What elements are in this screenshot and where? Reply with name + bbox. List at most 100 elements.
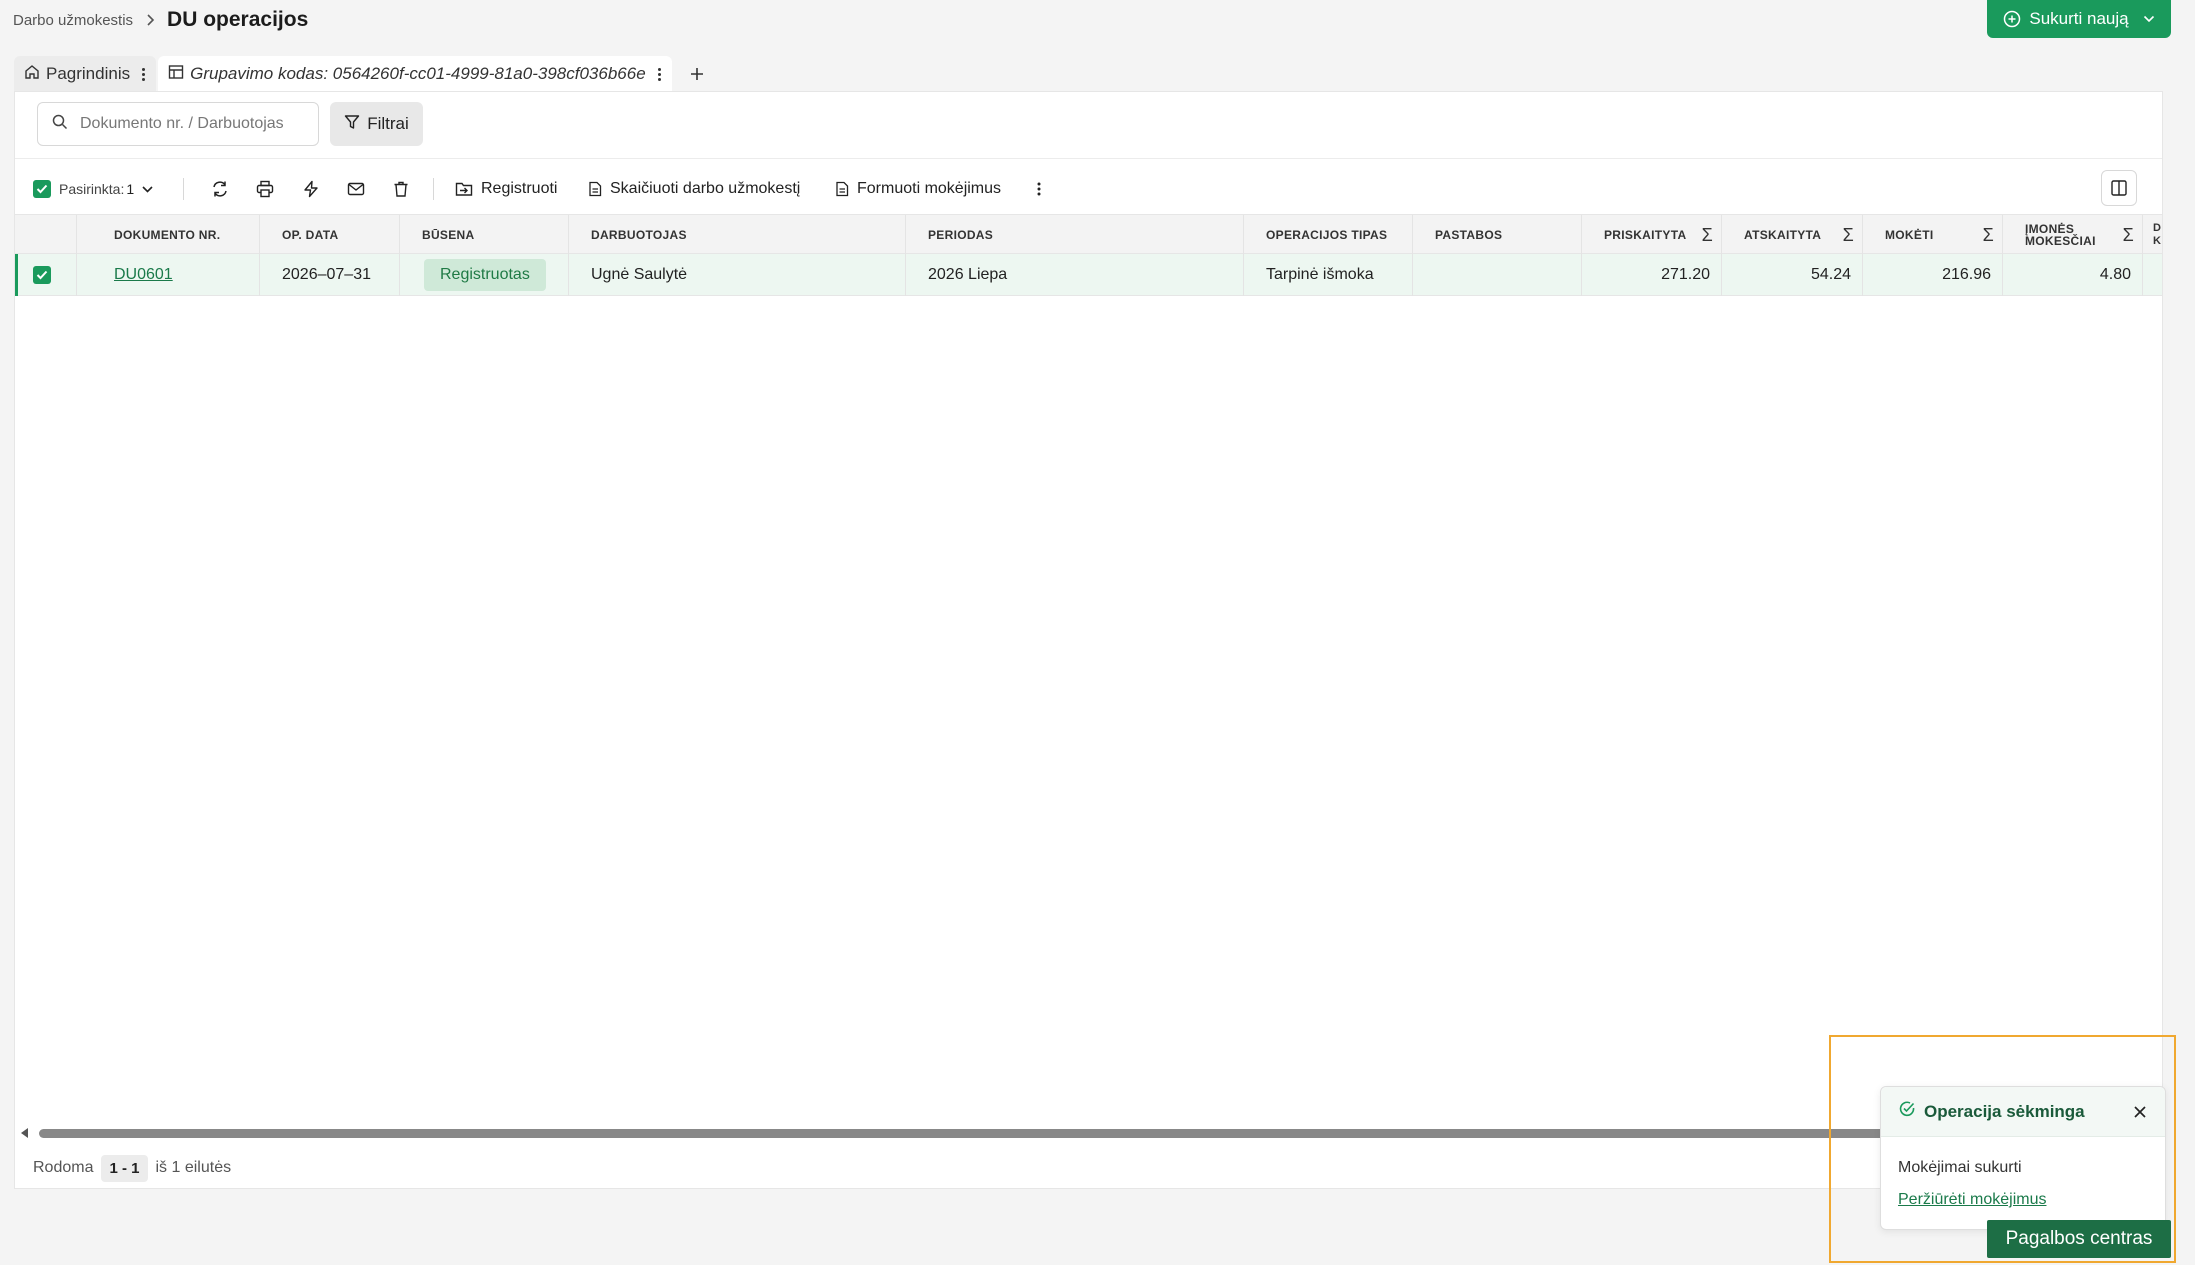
divider bbox=[15, 158, 2162, 159]
cell-company-tax: 4.80 bbox=[2003, 254, 2143, 296]
cell-op-date: 2026–07–31 bbox=[260, 254, 400, 296]
page-title: DU operacijos bbox=[167, 8, 309, 31]
cell-pay: 216.96 bbox=[1863, 254, 2003, 296]
cell-accrued: 271.20 bbox=[1582, 254, 1722, 296]
toast-header: Operacija sėkminga bbox=[1881, 1087, 2165, 1137]
refresh-button[interactable] bbox=[211, 166, 229, 212]
email-button[interactable] bbox=[347, 166, 365, 212]
help-center-button[interactable]: Pagalbos centras bbox=[1987, 1220, 2171, 1258]
select-all-checkbox[interactable] bbox=[33, 180, 51, 198]
sum-icon[interactable]: Σ bbox=[2123, 226, 2134, 244]
column-header-label: ĮMONĖS MOKESČIAI bbox=[2025, 222, 2096, 248]
print-button[interactable] bbox=[256, 166, 274, 212]
lightning-icon bbox=[304, 180, 318, 198]
selection-count: 1 bbox=[126, 181, 135, 197]
toast-message: Mokėjimai sukurti bbox=[1898, 1159, 2022, 1176]
scroll-left-arrow[interactable] bbox=[21, 1128, 28, 1138]
delete-button[interactable] bbox=[392, 166, 410, 212]
document-link[interactable]: DU0601 bbox=[114, 266, 173, 284]
column-header-label: PRISKAITYTA bbox=[1604, 228, 1687, 242]
column-header[interactable]: BŪSENA bbox=[400, 215, 569, 255]
cell-status: Registruotas bbox=[400, 254, 569, 296]
tab-grouping[interactable]: Grupavimo kodas: 0564260f-cc01-4999-81a0… bbox=[158, 56, 672, 92]
create-payments-button[interactable]: Formuoti mokėjimus bbox=[835, 166, 1001, 212]
column-header-accrued[interactable]: PRISKAITYTA Σ bbox=[1582, 215, 1722, 255]
plus-icon bbox=[690, 68, 703, 80]
search-input[interactable] bbox=[80, 115, 300, 133]
chevron-right-icon bbox=[145, 13, 155, 27]
column-header[interactable]: PASTABOS bbox=[1413, 215, 1582, 255]
filter-icon bbox=[344, 114, 360, 135]
calculate-salary-label: Skaičiuoti darbo užmokestį bbox=[610, 180, 801, 197]
tab-grouping-label: Grupavimo kodas: 0564260f-cc01-4999-81a0… bbox=[190, 64, 646, 83]
search-icon bbox=[52, 114, 68, 135]
trash-icon bbox=[394, 181, 408, 197]
print-icon bbox=[256, 180, 274, 198]
check-circle-icon bbox=[1898, 1100, 1916, 1123]
add-tab-button[interactable] bbox=[674, 56, 720, 92]
selection-label: Pasirinkta: bbox=[59, 181, 125, 197]
table-icon bbox=[168, 64, 184, 85]
column-header[interactable]: OP. DATA bbox=[260, 215, 400, 255]
columns-icon bbox=[2111, 180, 2127, 196]
column-settings-button[interactable] bbox=[2101, 170, 2137, 206]
row-checkbox[interactable] bbox=[33, 266, 51, 284]
column-header-pay[interactable]: MOKĖTI Σ bbox=[1863, 215, 2003, 255]
chevron-down-icon bbox=[2143, 15, 2155, 23]
cell-employee: Ugnė Saulytė bbox=[569, 254, 906, 296]
toolbar-divider bbox=[433, 178, 434, 200]
row-checkbox-cell bbox=[15, 254, 77, 296]
total-rows-label: iš 1 eilutės bbox=[155, 1159, 232, 1176]
row-range: 1 - 1 bbox=[101, 1154, 148, 1182]
column-header-deducted[interactable]: ATSKAITYTA Σ bbox=[1722, 215, 1863, 255]
toast-title: Operacija sėkminga bbox=[1924, 1101, 2085, 1121]
column-header[interactable]: DOKUMENTO NR. bbox=[77, 215, 260, 255]
page-header: Darbo užmokestis DU operacijos Sukurti n… bbox=[0, 0, 2195, 50]
horizontal-scrollbar[interactable] bbox=[39, 1129, 1899, 1138]
register-button[interactable]: Registruoti bbox=[455, 166, 557, 212]
view-payments-link[interactable]: Peržiūrėti mokėjimus bbox=[1898, 1191, 2046, 1209]
table-header: DOKUMENTO NR. OP. DATA BŪSENA DARBUOTOJA… bbox=[15, 214, 2164, 255]
create-payments-label: Formuoti mokėjimus bbox=[857, 180, 1002, 197]
tab-menu-icon[interactable] bbox=[657, 67, 662, 81]
search-box[interactable] bbox=[37, 102, 319, 146]
cell-period: 2026 Liepa bbox=[906, 254, 1244, 296]
filter-button[interactable]: Filtrai bbox=[330, 102, 423, 146]
sum-icon[interactable]: Σ bbox=[1702, 225, 1713, 246]
chevron-down-icon bbox=[142, 180, 153, 198]
pagination-info: Rodoma 1 - 1 iš 1 eilutės bbox=[33, 1152, 231, 1184]
column-header[interactable]: PERIODAS bbox=[906, 215, 1244, 255]
close-icon[interactable] bbox=[2131, 1103, 2149, 1121]
cell-operation-type: Tarpinė išmoka bbox=[1244, 254, 1413, 296]
column-header-company-tax[interactable]: ĮMONĖS MOKESČIAI Σ bbox=[2003, 215, 2143, 255]
toolbar-divider bbox=[183, 178, 184, 200]
register-icon bbox=[455, 182, 473, 196]
filter-label: Filtrai bbox=[367, 114, 409, 133]
more-actions-button[interactable] bbox=[1036, 166, 1042, 212]
selection-dropdown[interactable]: Pasirinkta: 1 bbox=[33, 166, 153, 212]
refresh-icon bbox=[213, 181, 227, 197]
breadcrumb-parent[interactable]: Darbo užmokestis bbox=[13, 12, 133, 29]
create-new-button[interactable]: Sukurti naują bbox=[1987, 0, 2171, 38]
column-select bbox=[15, 215, 77, 255]
calculate-salary-button[interactable]: Skaičiuoti darbo užmokestį bbox=[588, 166, 800, 212]
success-toast: Operacija sėkminga Mokėjimai sukurti Per… bbox=[1880, 1086, 2166, 1230]
column-header-label: ATSKAITYTA bbox=[1744, 228, 1822, 242]
document-icon bbox=[836, 181, 849, 197]
table-row[interactable]: DU0601 2026–07–31 Registruotas Ugnė Saul… bbox=[15, 254, 2162, 296]
column-header[interactable]: DARBUOTOJAS bbox=[569, 215, 906, 255]
view-tabs: Pagrindinis Grupavimo kodas: 0564260f-cc… bbox=[14, 56, 720, 92]
tab-main[interactable]: Pagrindinis bbox=[14, 56, 157, 92]
column-header[interactable]: OPERACIJOS TIPAS bbox=[1244, 215, 1413, 255]
main-panel: Filtrai Pasirinkta: 1 bbox=[14, 91, 2163, 1189]
showing-label: Rodoma bbox=[33, 1159, 94, 1176]
tab-menu-icon[interactable] bbox=[142, 67, 146, 81]
sum-icon[interactable]: Σ bbox=[1983, 225, 1994, 246]
column-header-label: MOKĖTI bbox=[1885, 228, 1934, 242]
quick-action-button[interactable] bbox=[302, 166, 320, 212]
sum-icon[interactable]: Σ bbox=[1843, 225, 1854, 246]
plus-circle-icon bbox=[2003, 10, 2021, 28]
column-header[interactable]: D K bbox=[2143, 215, 2164, 255]
cell-extra bbox=[2143, 254, 2165, 296]
more-vertical-icon bbox=[1037, 182, 1041, 196]
